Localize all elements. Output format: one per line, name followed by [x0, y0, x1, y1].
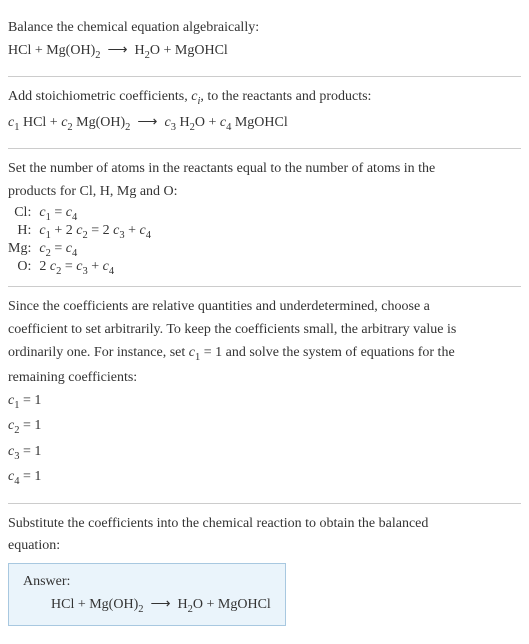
coeff-c3: c3 = 1 [8, 442, 521, 464]
section-atoms: Set the number of atoms in the reactants… [8, 149, 521, 286]
solve-text-4: remaining coefficients: [8, 368, 521, 388]
solve-text-1: Since the coefficients are relative quan… [8, 297, 521, 317]
element-eq-mg: c2 = c4 [39, 241, 151, 259]
element-eq-h: c1 + 2 c2 = 2 c3 + c4 [39, 223, 151, 241]
atoms-text-1: Set the number of atoms in the reactants… [8, 159, 521, 179]
section-answer: Substitute the coefficients into the che… [8, 504, 521, 636]
table-row: Cl: c1 = c4 [8, 205, 151, 223]
element-eq-cl: c1 = c4 [39, 205, 151, 223]
answer-label: Answer: [23, 574, 271, 590]
problem-statement: Balance the chemical equation algebraica… [8, 18, 521, 38]
element-label-mg: Mg: [8, 241, 39, 259]
answer-box: Answer: HCl + Mg(OH)2 ⟶ H2O + MgOHCl [8, 563, 286, 626]
stoich-text: Add stoichiometric coefficients, ci, to … [8, 87, 521, 109]
text-fragment: , to the reactants and products: [200, 89, 371, 104]
atoms-text-2: products for Cl, H, Mg and O: [8, 182, 521, 202]
table-row: O: 2 c2 = c3 + c4 [8, 259, 151, 277]
element-label-cl: Cl: [8, 205, 39, 223]
stoich-equation: c1 HCl + c2 Mg(OH)2 ⟶ c3 H2O + c4 MgOHCl [8, 113, 521, 135]
table-row: Mg: c2 = c4 [8, 241, 151, 259]
element-label-h: H: [8, 223, 39, 241]
solve-text-2: coefficient to set arbitrarily. To keep … [8, 320, 521, 340]
answer-text-1: Substitute the coefficients into the che… [8, 514, 521, 534]
section-problem: Balance the chemical equation algebraica… [8, 8, 521, 76]
coeff-c4: c4 = 1 [8, 467, 521, 489]
section-stoichiometric: Add stoichiometric coefficients, ci, to … [8, 77, 521, 148]
section-solve: Since the coefficients are relative quan… [8, 287, 521, 502]
element-eq-o: 2 c2 = c3 + c4 [39, 259, 151, 277]
solve-text-3: ordinarily one. For instance, set c1 = 1… [8, 343, 521, 365]
coeff-c1: c1 = 1 [8, 391, 521, 413]
coeff-c2: c2 = 1 [8, 416, 521, 438]
answer-text-2: equation: [8, 536, 521, 556]
atom-equations-table: Cl: c1 = c4 H: c1 + 2 c2 = 2 c3 + c4 Mg:… [8, 205, 151, 276]
problem-equation: HCl + Mg(OH)2 ⟶ H2O + MgOHCl [8, 41, 521, 63]
text-fragment: Add stoichiometric coefficients, [8, 89, 191, 104]
element-label-o: O: [8, 259, 39, 277]
answer-equation: HCl + Mg(OH)2 ⟶ H2O + MgOHCl [23, 596, 271, 615]
table-row: H: c1 + 2 c2 = 2 c3 + c4 [8, 223, 151, 241]
